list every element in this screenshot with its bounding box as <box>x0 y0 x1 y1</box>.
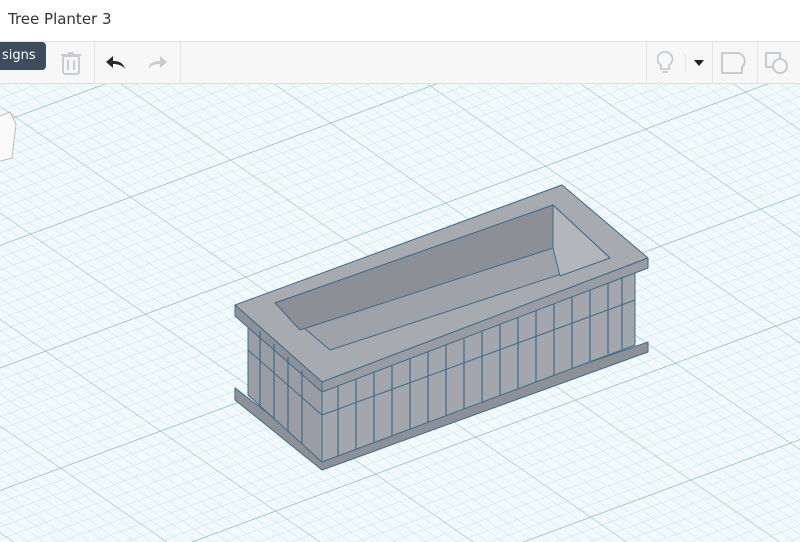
redo-icon[interactable] <box>144 50 170 76</box>
toolbar <box>0 42 800 84</box>
delete-icon[interactable] <box>58 50 84 76</box>
title-bar: Tree Planter 3 <box>0 0 800 42</box>
lightbulb-icon[interactable] <box>652 50 678 76</box>
design-title[interactable]: Tree Planter 3 <box>8 10 112 28</box>
workplane-viewport[interactable] <box>0 84 800 542</box>
undo-icon[interactable] <box>103 50 129 76</box>
ungroup-icon[interactable] <box>764 50 790 76</box>
designs-tooltip[interactable]: signs <box>0 42 46 70</box>
dropdown-arrow-icon[interactable] <box>686 50 712 76</box>
group-icon[interactable] <box>720 50 746 76</box>
